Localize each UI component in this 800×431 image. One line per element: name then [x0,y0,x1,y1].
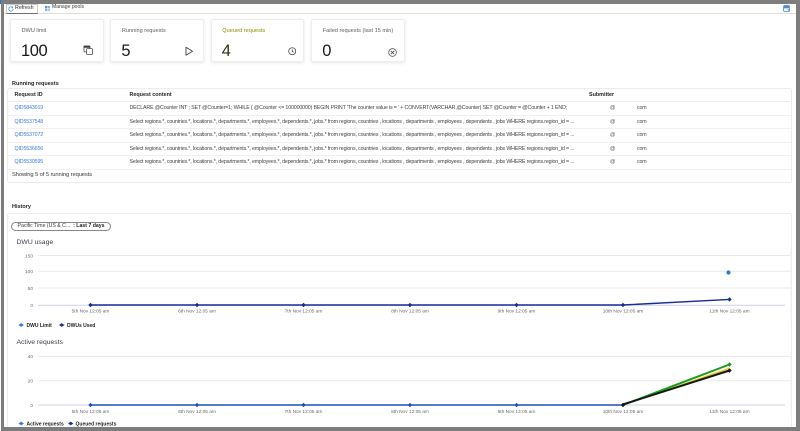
svg-text:40: 40 [28,354,34,360]
svg-text:50: 50 [28,286,34,292]
svg-text:10th Nov 12:05 am: 10th Nov 12:05 am [603,409,644,415]
svg-text:6th Nov 12:05 am: 6th Nov 12:05 am [178,309,216,315]
svg-text:150: 150 [25,253,33,259]
svg-text:11th Nov 12:05 am: 11th Nov 12:05 am [709,409,749,415]
svg-text:6th Nov 12:05 am: 6th Nov 12:05 am [178,409,216,415]
svg-text:5th Nov 12:05 am: 5th Nov 12:05 am [72,409,110,415]
svg-text:9th Nov 12:05 am: 9th Nov 12:05 am [498,409,536,415]
svg-text:10th Nov 12:05 am: 10th Nov 12:05 am [603,309,644,315]
svg-text:7th Nov 12:05 am: 7th Nov 12:05 am [285,309,323,315]
svg-text:100: 100 [25,269,33,275]
svg-text:Active requests: Active requests [27,422,64,428]
svg-text:5th Nov 12:05 am: 5th Nov 12:05 am [72,309,110,315]
svg-text:8th Nov 12:05 am: 8th Nov 12:05 am [391,409,429,415]
svg-text:0: 0 [30,303,33,309]
svg-text:DWUs Used: DWUs Used [67,323,95,329]
svg-text:Queued requests: Queued requests [76,422,117,428]
svg-text:8th Nov 12:05 am: 8th Nov 12:05 am [391,309,429,315]
svg-text:DWU Limit: DWU Limit [27,323,53,329]
svg-text:20: 20 [28,379,34,385]
svg-text:9th Nov 12:05 am: 9th Nov 12:05 am [498,309,536,315]
svg-text:7th Nov 12:05 am: 7th Nov 12:05 am [285,409,323,415]
svg-text:0: 0 [30,403,33,409]
svg-text:11th Nov 12:05 am: 11th Nov 12:05 am [709,309,749,315]
